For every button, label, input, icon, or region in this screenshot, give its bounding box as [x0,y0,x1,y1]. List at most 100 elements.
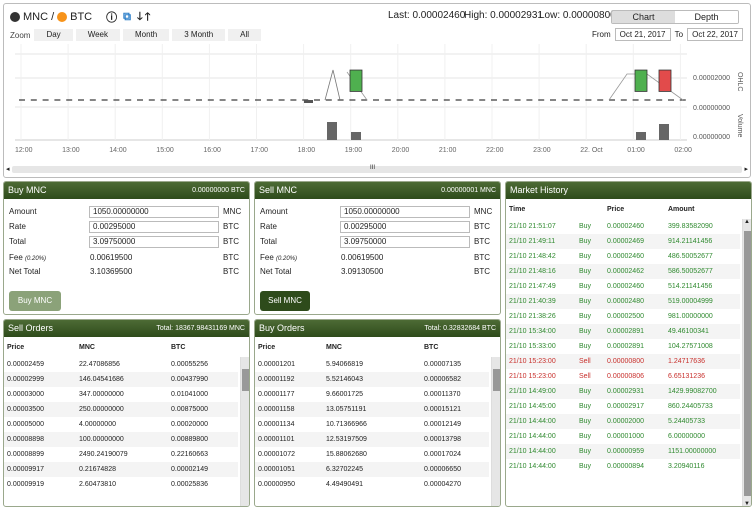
table-row[interactable]: 0.00001134 10.71366966 0.00012149 [255,417,489,432]
table-cell: 0.00003000 [7,391,44,398]
sell-total-input[interactable]: 3.09750000 [340,236,470,248]
table-cell: 0.00009917 [4,462,76,477]
sell-amount-input[interactable]: 1050.00000000 [340,206,470,218]
sell-orders-scroll-thumb[interactable] [242,369,249,391]
sell-amount-unit: MNC [474,207,493,216]
buy-rate-input[interactable]: 0.00295000 [89,221,219,233]
table-row[interactable]: 0.00001192 5.52146043 0.00006582 [255,372,489,387]
table-cell: 0.00007135 [424,361,461,368]
scroll-left-icon[interactable]: ◂ [6,165,10,173]
table-cell: 2.60473810 [79,481,116,488]
table-cell: 100.00000000 [76,432,168,447]
chart-horizontal-scrollbar[interactable]: ◂ III ▸ [6,165,748,173]
table-cell: 104.27571008 [668,343,713,350]
table-cell: 0.00020000 [171,421,208,428]
table-cell: 0.00005000 [7,421,44,428]
zoom-week-button[interactable]: Week [75,29,120,41]
table-cell: 21/10 15:33:00 [509,343,556,350]
table-row[interactable]: 21/10 14:44:00 Buy 0.00001000 6.00000000 [506,429,740,444]
table-row[interactable]: 0.00009919 2.60473810 0.00025836 [4,477,238,492]
buy-total-input[interactable]: 3.09750000 [89,236,219,248]
sell-orders-table: Price MNC BTC 0.00002459 22.47086856 0.000… [4,337,238,492]
table-cell: 0.00001192 [255,372,323,387]
buy-button[interactable]: Buy MNC [9,291,61,311]
table-cell: 21/10 14:44:00 [506,414,576,429]
arrow-up-icon[interactable]: 🡑 [145,8,151,27]
table-row[interactable]: 21/10 14:44:00 Buy 0.00000959 1151.00000000 [506,444,740,459]
info-icon[interactable]: ⓘ [106,9,117,25]
table-row[interactable]: 0.00001158 13.05751191 0.00015121 [255,402,489,417]
scroll-right-icon[interactable]: ▸ [744,165,748,173]
to-date-input[interactable]: Oct 22, 2017 [687,28,744,41]
market-history-scrollbar[interactable]: ▲ ▼ [742,219,751,506]
table-cell: 0.00001051 [255,462,323,477]
table-row[interactable]: 0.00003500 250.00000000 0.00875000 [4,402,238,417]
table-row[interactable]: 21/10 21:48:42 Buy 0.00002460 486.50052677 [506,249,740,264]
buy-balance: 0.00000000 BTC [192,187,245,194]
table-row[interactable]: 21/10 21:47:49 Buy 0.00002460 514.21141456 [506,279,740,294]
table-cell: 1151.00000000 [665,444,740,459]
table-row[interactable]: 0.00008899 2490.24190079 0.22160663 [4,447,238,462]
table-row[interactable]: 21/10 15:23:00 Sell 0.00000800 1.24717636 [506,354,740,369]
depth-tab[interactable]: Depth [675,11,738,23]
table-row[interactable]: 0.00009917 0.21674828 0.00002149 [4,462,238,477]
market-history-header: Market History [506,182,751,199]
buy-panel-header: Buy MNC 0.00000000 BTC [4,182,249,199]
table-row[interactable]: 21/10 15:23:00 Sell 0.00000806 6.65131236 [506,369,740,384]
table-row[interactable]: 0.00001177 9.66001725 0.00011370 [255,387,489,402]
table-row[interactable]: 0.00002459 22.47086856 0.00055256 [4,357,238,372]
scroll-down-icon[interactable]: ▼ [744,501,750,506]
ohlc-chart[interactable]: 12:00 13:00 14:00 15:00 16:00 17:00 18:00 19:00… [7,44,747,164]
from-date-input[interactable]: Oct 21, 2017 [614,28,671,41]
table-row[interactable]: 0.00001101 12.53197509 0.00013798 [255,432,489,447]
table-row[interactable]: 0.00001051 6.32702245 0.00006650 [255,462,489,477]
sell-rate-input[interactable]: 0.00295000 [340,221,470,233]
table-cell: Buy [576,444,604,459]
market-history-table: Time Price Amount 21/10 21:51:07 Buy 0.000… [506,199,740,474]
table-cell: 519.00004999 [665,294,740,309]
price-spike [324,69,341,101]
table-row[interactable]: 21/10 14:44:00 Buy 0.00002000 5.24405733 [506,414,740,429]
table-row[interactable]: 0.00008898 100.00000000 0.00889800 [4,432,238,447]
table-row[interactable]: 21/10 14:44:00 Buy 0.00000894 3.20940116 [506,459,740,474]
table-row[interactable]: 0.00001201 5.94066819 0.00007135 [255,357,489,372]
zoom-all-button[interactable]: All [228,29,262,41]
table-cell: Buy [579,223,592,230]
table-row[interactable]: 21/10 21:40:39 Buy 0.00002480 519.00004999 [506,294,740,309]
buy-panel: Buy MNC 0.00000000 BTC Amount 1050.00000… [3,181,250,315]
buy-rate-label: Rate [9,222,26,231]
table-row[interactable]: 0.00000950 4.49490491 0.00004270 [255,477,489,492]
table-row[interactable]: 21/10 15:33:00 Buy 0.00002891 104.27571008 [506,339,740,354]
sell-orders-scrollbar[interactable] [240,357,249,506]
table-row[interactable]: 21/10 14:45:00 Buy 0.00002917 860.24405733 [506,399,740,414]
market-history-scroll-thumb[interactable] [744,231,751,496]
scroll-up-icon[interactable]: ▲ [744,219,750,225]
volume-bar [327,122,337,140]
table-row[interactable]: 21/10 15:34:00 Buy 0.00002891 49.46100341 [506,324,740,339]
zoom-month-button[interactable]: Month [123,29,170,41]
table-row[interactable]: 0.00001072 15.88062680 0.00017024 [255,447,489,462]
table-row[interactable]: 21/10 21:38:26 Buy 0.00002500 981.00000000 [506,309,740,324]
table-cell: Buy [576,414,604,429]
table-row[interactable]: 21/10 21:49:11 Buy 0.00002469 914.21141456 [506,234,740,249]
sell-button[interactable]: Sell MNC [260,291,310,311]
table-cell: 0.00002462 [604,264,665,279]
buy-orders-scrollbar[interactable] [491,357,500,506]
buy-orders-scroll-thumb[interactable] [493,369,500,391]
table-row[interactable]: 21/10 21:51:07 Buy 0.00002460 399.83582090 [506,219,740,234]
table-row[interactable]: 0.00003000 347.00000000 0.01041000 [4,387,238,402]
table-row[interactable]: 0.00005000 4.00000000 0.00020000 [4,417,238,432]
zoom-3month-button[interactable]: 3 Month [172,29,226,41]
external-link-icon[interactable]: ⧉ [123,11,131,24]
chart-tab[interactable]: Chart [612,11,675,23]
buy-amount-input[interactable]: 1050.00000000 [89,206,219,218]
zoom-day-button[interactable]: Day [34,29,73,41]
scroll-grip[interactable]: III [370,165,375,171]
table-row[interactable]: 21/10 21:48:16 Buy 0.00002462 586.50052677 [506,264,740,279]
arrow-down-icon[interactable]: 🡓 [137,8,143,27]
col-price: Price [607,205,625,213]
table-row[interactable]: 21/10 14:49:00 Buy 0.00002931 1429.99082700 [506,384,740,399]
table-cell: 0.00012149 [424,421,461,428]
table-row[interactable]: 0.00002999 146.04541686 0.00437990 [4,372,238,387]
table-cell: 399.83582090 [668,223,713,230]
